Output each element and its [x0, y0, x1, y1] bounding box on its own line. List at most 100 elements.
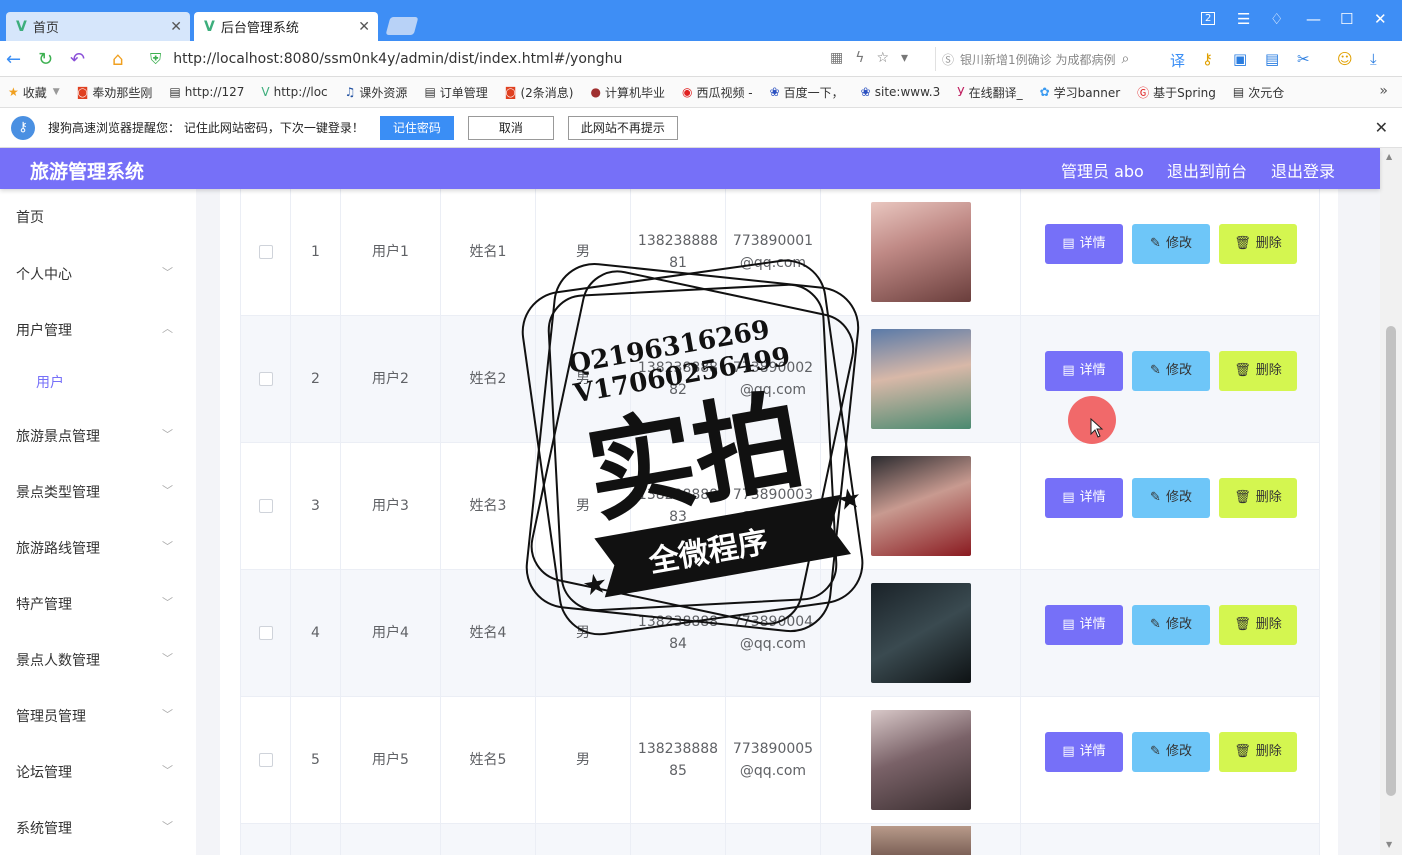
- sidebar-item-users[interactable]: 用户: [36, 372, 201, 392]
- edit-button[interactable]: ✎ 修改: [1132, 478, 1210, 518]
- bookmark-item[interactable]: ❀ 百度一下，: [770, 84, 844, 101]
- row-checkbox[interactable]: [258, 245, 273, 259]
- sidebar-item-attractions[interactable]: 旅游景点管理 ﹀: [16, 426, 181, 446]
- edit-button[interactable]: ✎ 修改: [1132, 732, 1210, 772]
- search-input[interactable]: Ⓢ 银川新增1例确诊 为成都病例 ⌕: [935, 47, 1155, 71]
- sidebar-item-forum[interactable]: 论坛管理 ﹀: [16, 762, 181, 782]
- bookmark-item[interactable]: ▤ http://127: [169, 85, 244, 99]
- avatar[interactable]: [870, 583, 971, 683]
- sidebar-item-routes[interactable]: 旅游路线管理 ﹀: [16, 538, 181, 558]
- detail-button[interactable]: ▤ 详情: [1045, 224, 1123, 264]
- row-checkbox[interactable]: [258, 499, 273, 513]
- csdn-icon: ◙: [504, 85, 517, 99]
- menu-icon[interactable]: ☰: [1237, 10, 1250, 28]
- search-icon[interactable]: ⌕: [1121, 51, 1129, 67]
- edit-button[interactable]: ✎ 修改: [1132, 224, 1210, 264]
- delete-button[interactable]: 🗑 删除: [1219, 224, 1297, 264]
- back-icon[interactable]: ←: [6, 49, 21, 70]
- bookmark-item[interactable]: ◙ 奉劝那些刚: [77, 84, 153, 101]
- bookmark-item[interactable]: ◉ 西瓜视频 -: [682, 84, 753, 101]
- delete-button[interactable]: 🗑 删除: [1219, 605, 1297, 645]
- tab-home[interactable]: V 首页 ✕: [6, 12, 190, 41]
- never-prompt-button[interactable]: 此网站不再提示: [567, 115, 678, 140]
- bookmark-item[interactable]: Ⓖ 基于Spring: [1137, 84, 1216, 101]
- avatar[interactable]: [870, 710, 971, 810]
- exit-to-front-link[interactable]: 退出到前台: [1167, 158, 1247, 182]
- chevron-up-icon: ︿: [162, 322, 173, 335]
- sidebar-item-admins[interactable]: 管理员管理 ﹀: [16, 706, 181, 726]
- emoji-icon[interactable]: ☺: [1337, 50, 1353, 68]
- delete-button[interactable]: 🗑 删除: [1219, 732, 1297, 772]
- undo-icon[interactable]: ↶: [70, 49, 85, 70]
- detail-button[interactable]: ▤ 详情: [1045, 732, 1123, 772]
- bookmark-item[interactable]: ▤ 次元仓: [1233, 84, 1284, 101]
- close-icon[interactable]: ✕: [170, 19, 182, 35]
- avatar[interactable]: [870, 456, 971, 556]
- bookmark-item[interactable]: ❀ site:www.3: [861, 85, 941, 99]
- maximize-icon[interactable]: ☐: [1340, 10, 1353, 28]
- home-icon[interactable]: ⌂: [112, 49, 123, 70]
- sidebar-item-home[interactable]: 首页: [16, 207, 181, 227]
- window-count-badge[interactable]: 2: [1201, 12, 1216, 25]
- sidebar-item-system[interactable]: 系统管理 ﹀: [16, 818, 181, 838]
- row-checkbox[interactable]: [258, 372, 273, 386]
- window-close-icon[interactable]: ✕: [1374, 10, 1387, 28]
- avatar[interactable]: [870, 202, 971, 302]
- photo-cell: [820, 316, 1020, 442]
- bookmark-item[interactable]: ✿ 学习banner: [1040, 84, 1121, 101]
- minimize-icon[interactable]: —: [1306, 10, 1321, 28]
- tab-admin[interactable]: V 后台管理系统 ✕: [194, 12, 378, 41]
- page-scrollbar[interactable]: ▲ ▼: [1380, 148, 1402, 855]
- key-ext-icon[interactable]: ⚷: [1202, 50, 1213, 68]
- logout-link[interactable]: 退出登录: [1271, 158, 1335, 182]
- detail-button[interactable]: ▤ 详情: [1045, 605, 1123, 645]
- sidebar-item-specialties[interactable]: 特产管理 ﹀: [16, 594, 181, 614]
- url-tools-icons[interactable]: ▦ϟ☆▾: [830, 50, 920, 66]
- bookmark-item[interactable]: ▤ 订单管理: [424, 84, 487, 101]
- sidebar-item-profile[interactable]: 个人中心 ﹀: [16, 264, 181, 284]
- new-tab-button[interactable]: [385, 17, 419, 35]
- reader-ext-icon[interactable]: ▤: [1265, 50, 1279, 68]
- mouse-cursor-icon: [1090, 418, 1104, 438]
- delete-button[interactable]: 🗑 删除: [1219, 351, 1297, 391]
- scroll-down-icon[interactable]: ▼: [1386, 840, 1392, 849]
- sidebar-item-attraction-types[interactable]: 景点类型管理 ﹀: [16, 482, 181, 502]
- sidebar-item-label: 旅游路线管理: [16, 541, 100, 557]
- sidebar-item-label: 景点人数管理: [16, 653, 100, 669]
- bookmark-item[interactable]: ♫ 课外资源: [345, 84, 408, 101]
- sidebar-item-label: 系统管理: [16, 821, 72, 837]
- url-field[interactable]: ⛨ http://localhost:8080/ssm0nk4y/admin/d…: [150, 46, 925, 72]
- bookmark-item[interactable]: ● 计算机毕业: [590, 84, 665, 101]
- sidebar-item-user-mgmt[interactable]: 用户管理 ︿: [16, 320, 181, 340]
- sidebar-item-visitor-count[interactable]: 景点人数管理 ﹀: [16, 650, 181, 670]
- document-icon: ▤: [1062, 617, 1075, 632]
- more-bookmarks-icon[interactable]: »: [1379, 83, 1388, 99]
- screenshot-ext-icon[interactable]: ▣: [1233, 50, 1247, 68]
- bookmark-item[interactable]: Vhttp://loc: [261, 85, 327, 99]
- detail-button[interactable]: ▤ 详情: [1045, 478, 1123, 518]
- name-cell: 姓名3: [440, 443, 535, 569]
- edit-button[interactable]: ✎ 修改: [1132, 351, 1210, 391]
- refresh-icon[interactable]: ↻: [38, 49, 53, 70]
- row-checkbox[interactable]: [258, 753, 273, 767]
- detail-button[interactable]: ▤ 详情: [1045, 351, 1123, 391]
- scroll-up-icon[interactable]: ▲: [1386, 152, 1392, 161]
- avatar[interactable]: [870, 329, 971, 429]
- button-label: 详情: [1079, 617, 1106, 632]
- translate-ext-icon[interactable]: 译: [1170, 50, 1185, 71]
- close-icon[interactable]: ✕: [1375, 118, 1388, 137]
- bookmark-item[interactable]: У 在线翻译_: [957, 84, 1022, 101]
- avatar[interactable]: [870, 826, 971, 855]
- delete-button[interactable]: 🗑 删除: [1219, 478, 1297, 518]
- download-icon[interactable]: ⤓: [1370, 50, 1377, 68]
- skin-icon[interactable]: ♢: [1270, 10, 1283, 28]
- bookmark-item[interactable]: ★ 收藏 ▼: [8, 84, 60, 101]
- edit-button[interactable]: ✎ 修改: [1132, 605, 1210, 645]
- close-icon[interactable]: ✕: [358, 19, 370, 35]
- bookmark-item[interactable]: ◙ (2条消息): [505, 84, 574, 101]
- cancel-button[interactable]: 取消: [467, 115, 554, 140]
- remember-password-button[interactable]: 记住密码: [379, 115, 454, 140]
- row-checkbox[interactable]: [258, 626, 273, 640]
- scissors-icon[interactable]: ✂: [1297, 50, 1310, 68]
- scroll-thumb[interactable]: [1386, 326, 1396, 796]
